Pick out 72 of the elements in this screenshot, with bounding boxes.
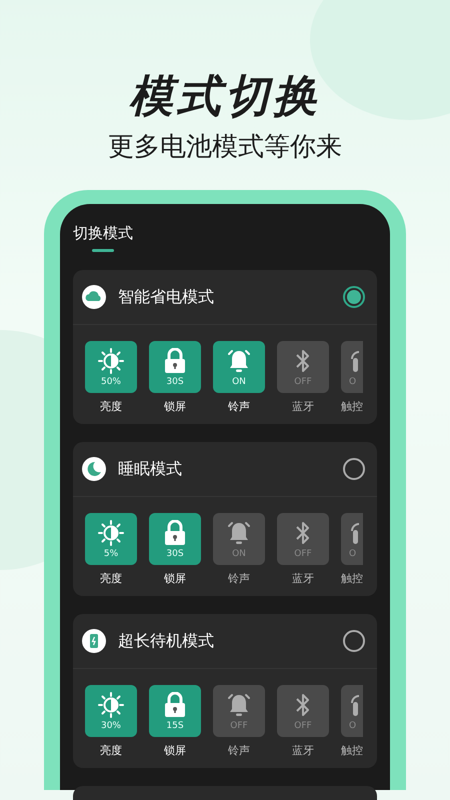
mode-card[interactable]: 超长待机模式 30% 亮度 15S 锁屏 OFF 铃声 OFF 蓝牙 O 触控 <box>73 614 377 768</box>
touch-tile[interactable]: O <box>341 513 363 565</box>
bell-tile[interactable]: ON <box>213 341 265 393</box>
brightness-icon <box>98 520 124 546</box>
tile-label: 锁屏 <box>164 744 186 758</box>
tile-value: O <box>349 548 356 558</box>
bluetooth-tile[interactable]: OFF <box>277 685 329 737</box>
brightness-tile[interactable]: 50% <box>85 341 137 393</box>
tile-label: 铃声 <box>228 744 250 758</box>
mode-tab[interactable]: 切换模式 <box>73 224 133 260</box>
tile-label: 蓝牙 <box>292 572 314 586</box>
tile-value: OFF <box>294 720 312 730</box>
bell-icon <box>226 348 252 374</box>
mode-name: 智能省电模式 <box>118 286 215 308</box>
tile-value: 5% <box>104 548 118 558</box>
tile-value: 50% <box>100 376 121 386</box>
battery-icon <box>82 629 106 653</box>
brightness-icon <box>98 692 124 718</box>
brightness-icon <box>98 348 124 374</box>
mode-name: 超长待机模式 <box>118 630 215 652</box>
tile-value: ON <box>232 548 246 558</box>
bell-icon <box>226 520 252 546</box>
radio-button[interactable] <box>343 458 365 480</box>
lock-tile[interactable]: 30S <box>149 341 201 393</box>
tile-label: 触控 <box>341 572 363 586</box>
bluetooth-icon <box>294 692 312 718</box>
tile-value: 30S <box>166 376 184 386</box>
mode-card[interactable]: 智能省电模式 50% 亮度 30S 锁屏 ON 铃声 OFF 蓝牙 O 触控 <box>73 270 377 424</box>
tile-label: 触控 <box>341 744 363 758</box>
lock-icon <box>163 348 187 374</box>
headline: 模式切换 <box>129 70 321 124</box>
bell-tile[interactable]: OFF <box>213 685 265 737</box>
brightness-tile[interactable]: 30% <box>85 685 137 737</box>
bluetooth-icon <box>294 348 312 374</box>
tile-label: 亮度 <box>100 400 122 414</box>
bell-tile[interactable]: ON <box>213 513 265 565</box>
bluetooth-tile[interactable]: OFF <box>277 513 329 565</box>
bluetooth-tile[interactable]: OFF <box>277 341 329 393</box>
tile-label: 触控 <box>341 400 363 414</box>
bluetooth-icon <box>294 520 312 546</box>
mode-card[interactable]: 睡眠模式 5% 亮度 30S 锁屏 ON 铃声 OFF 蓝牙 O 触控 <box>73 442 377 596</box>
tile-value: ON <box>232 376 246 386</box>
tile-value: O <box>349 376 356 386</box>
mode-name: 睡眠模式 <box>118 458 183 480</box>
lock-tile[interactable]: 15S <box>149 685 201 737</box>
radio-button[interactable] <box>343 286 365 308</box>
brightness-tile[interactable]: 5% <box>85 513 137 565</box>
tile-value: OFF <box>294 548 312 558</box>
bell-icon <box>226 692 252 718</box>
touch-tile[interactable]: O <box>341 341 363 393</box>
tile-label: 蓝牙 <box>292 400 314 414</box>
tile-value: OFF <box>294 376 312 386</box>
moon-icon <box>82 457 106 481</box>
tile-value: 30S <box>166 548 184 558</box>
cloud-icon <box>82 285 106 309</box>
subtitle: 更多电池模式等你来 <box>108 131 342 164</box>
tile-label: 蓝牙 <box>292 744 314 758</box>
tile-label: 铃声 <box>228 572 250 586</box>
touch-tile[interactable]: O <box>341 685 363 737</box>
tile-value: 30% <box>100 720 121 730</box>
tile-label: 铃声 <box>228 400 250 414</box>
tile-label: 亮度 <box>100 572 122 586</box>
tile-value: O <box>349 720 356 730</box>
tile-value: OFF <box>230 720 248 730</box>
tile-label: 亮度 <box>100 744 122 758</box>
lock-icon <box>163 520 187 546</box>
radio-button[interactable] <box>343 630 365 652</box>
tile-value: 15S <box>166 720 184 730</box>
lock-tile[interactable]: 30S <box>149 513 201 565</box>
lock-icon <box>163 692 187 718</box>
tile-label: 锁屏 <box>164 400 186 414</box>
tile-label: 锁屏 <box>164 572 186 586</box>
